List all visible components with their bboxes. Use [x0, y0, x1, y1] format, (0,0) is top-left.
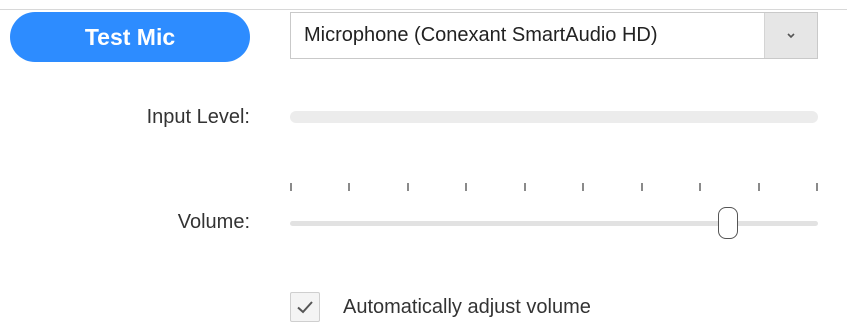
volume-ticks — [290, 183, 818, 193]
test-mic-button[interactable]: Test Mic — [10, 12, 250, 62]
chevron-down-icon — [787, 32, 795, 38]
volume-slider-thumb[interactable] — [718, 207, 739, 239]
auto-adjust-volume-option[interactable]: Automatically adjust volume — [290, 292, 591, 322]
microphone-select[interactable]: Microphone (Conexant SmartAudio HD) — [290, 12, 818, 59]
volume-tick — [816, 183, 818, 191]
volume-tick — [348, 183, 351, 191]
input-level-meter — [290, 111, 818, 123]
volume-tick — [406, 183, 409, 191]
volume-label: Volume: — [177, 211, 250, 233]
volume-tick — [465, 183, 468, 191]
microphone-select-value: Microphone (Conexant SmartAudio HD) — [304, 24, 658, 46]
dropdown-arrow-button[interactable] — [764, 13, 817, 58]
volume-slider-track[interactable] — [290, 221, 818, 226]
top-divider — [0, 9, 847, 10]
volume-tick — [290, 183, 292, 191]
volume-tick — [757, 183, 760, 191]
volume-tick — [523, 183, 526, 191]
volume-tick — [699, 183, 702, 191]
auto-adjust-label: Automatically adjust volume — [343, 295, 591, 318]
auto-adjust-checkbox[interactable] — [290, 292, 320, 322]
checkmark-icon — [297, 301, 313, 314]
volume-tick — [582, 183, 585, 191]
input-level-label: Input Level: — [146, 106, 250, 128]
volume-tick — [640, 183, 643, 191]
